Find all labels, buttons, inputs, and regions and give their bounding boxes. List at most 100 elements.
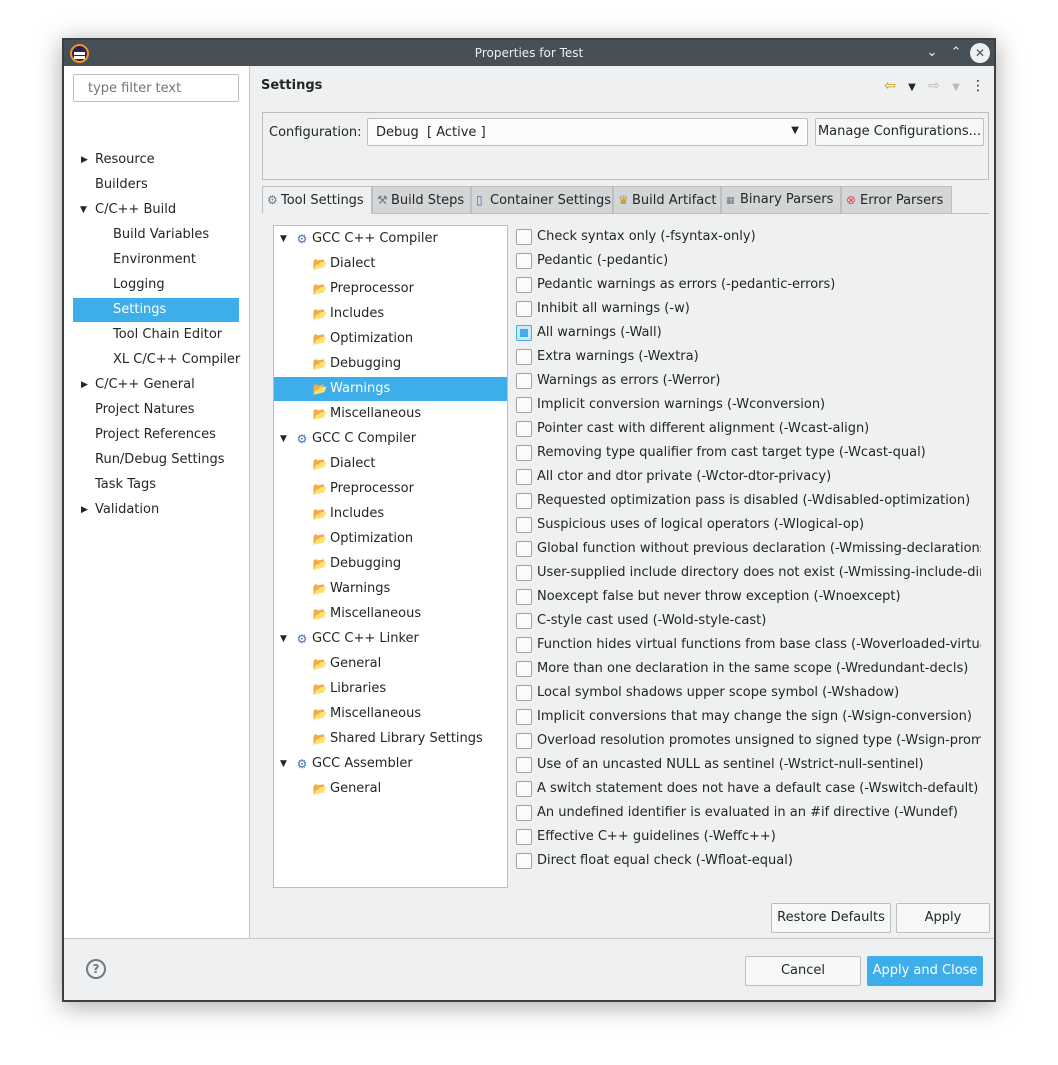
nav-item-tool-chain-editor[interactable]: Tool Chain Editor	[73, 323, 239, 347]
nav-item-cpp-general[interactable]: C/C++ General	[73, 373, 239, 397]
checkbox[interactable]	[516, 277, 532, 293]
tree-item-gcc-cpp-linker[interactable]: ▼ ⚙ GCC C++ Linker	[274, 627, 507, 651]
manage-configurations-button[interactable]: Manage Configurations...	[815, 118, 984, 146]
option-fsyntax-only[interactable]: Check syntax only (-fsyntax-only)	[515, 225, 981, 249]
checkbox[interactable]	[516, 733, 532, 749]
cancel-button[interactable]: Cancel	[745, 956, 861, 986]
checkbox[interactable]	[516, 541, 532, 557]
tree-item-libraries[interactable]: 📂 Libraries	[274, 677, 507, 701]
back-menu-icon[interactable]: ▼	[901, 82, 923, 93]
collapse-arrow-icon[interactable]: ▼	[280, 227, 287, 251]
checkbox[interactable]	[516, 349, 532, 365]
checkbox[interactable]	[516, 517, 532, 533]
collapse-arrow-icon[interactable]: ▼	[280, 427, 287, 451]
option-werror[interactable]: Warnings as errors (-Werror)	[515, 369, 981, 393]
checkbox[interactable]	[516, 709, 532, 725]
tab-build-artifact[interactable]: ♛ Build Artifact	[613, 186, 721, 214]
tab-container-settings[interactable]: ▯ Container Settings	[471, 186, 613, 214]
back-icon[interactable]: ⇦	[879, 78, 901, 94]
tree-item-dialect[interactable]: 📂 Dialect	[274, 452, 507, 476]
nav-item-environment[interactable]: Environment	[73, 248, 239, 272]
checkbox[interactable]	[516, 685, 532, 701]
tree-item-gcc-c-compiler[interactable]: ▼ ⚙ GCC C Compiler	[274, 427, 507, 451]
option-wconversion[interactable]: Implicit conversion warnings (-Wconversi…	[515, 393, 981, 417]
checkbox[interactable]	[516, 637, 532, 653]
checkbox-checked[interactable]	[516, 325, 532, 341]
tree-item-miscellaneous[interactable]: 📂 Miscellaneous	[274, 602, 507, 626]
option-wnoexcept[interactable]: Noexcept false but never throw exception…	[515, 585, 981, 609]
option-weffc[interactable]: Effective C++ guidelines (-Weffc++)	[515, 825, 981, 849]
tree-item-includes[interactable]: 📂 Includes	[274, 302, 507, 326]
checkbox[interactable]	[516, 373, 532, 389]
option-wextra[interactable]: Extra warnings (-Wextra)	[515, 345, 981, 369]
option-wmissing-declarations[interactable]: Global function without previous declara…	[515, 537, 981, 561]
view-menu-icon[interactable]: ⋮	[967, 78, 989, 94]
title-bar[interactable]: Properties for Test ⌄ ⌃ ✕	[64, 40, 994, 66]
checkbox[interactable]	[516, 757, 532, 773]
tree-item-optimization[interactable]: 📂 Optimization	[274, 327, 507, 351]
checkbox[interactable]	[516, 397, 532, 413]
checkbox[interactable]	[516, 229, 532, 245]
option-pedantic-errors[interactable]: Pedantic warnings as errors (-pedantic-e…	[515, 273, 981, 297]
tree-item-general[interactable]: 📂 General	[274, 652, 507, 676]
nav-item-task-tags[interactable]: Task Tags	[73, 473, 239, 497]
checkbox[interactable]	[516, 589, 532, 605]
nav-item-builders[interactable]: Builders	[73, 173, 239, 197]
option-wold-style-cast[interactable]: C-style cast used (-Wold-style-cast)	[515, 609, 981, 633]
option-w[interactable]: Inhibit all warnings (-w)	[515, 297, 981, 321]
option-wcast-qual[interactable]: Removing type qualifier from cast target…	[515, 441, 981, 465]
option-wredundant-decls[interactable]: More than one declaration in the same sc…	[515, 657, 981, 681]
help-icon[interactable]: ?	[86, 959, 106, 979]
option-woverloaded-virtual[interactable]: Function hides virtual functions from ba…	[515, 633, 981, 657]
tree-item-warnings[interactable]: 📂 Warnings	[274, 577, 507, 601]
checkbox[interactable]	[516, 421, 532, 437]
checkbox[interactable]	[516, 253, 532, 269]
tree-item-shared-library-settings[interactable]: 📂 Shared Library Settings	[274, 727, 507, 751]
nav-item-cpp-build[interactable]: C/C++ Build	[73, 198, 239, 222]
restore-defaults-button[interactable]: Restore Defaults	[771, 903, 891, 933]
checkbox[interactable]	[516, 445, 532, 461]
tree-item-preprocessor[interactable]: 📂 Preprocessor	[274, 477, 507, 501]
tree-item-debugging[interactable]: 📂 Debugging	[274, 352, 507, 376]
option-wshadow[interactable]: Local symbol shadows upper scope symbol …	[515, 681, 981, 705]
nav-item-project-natures[interactable]: Project Natures	[73, 398, 239, 422]
option-wcast-align[interactable]: Pointer cast with different alignment (-…	[515, 417, 981, 441]
tree-item-warnings[interactable]: 📂 Warnings	[274, 377, 507, 401]
option-wswitch-default[interactable]: A switch statement does not have a defau…	[515, 777, 981, 801]
collapse-arrow-icon[interactable]: ▼	[280, 627, 287, 651]
option-wfloat-equal[interactable]: Direct float equal check (-Wfloat-equal)	[515, 849, 981, 873]
option-wdisabled-optimization[interactable]: Requested optimization pass is disabled …	[515, 489, 981, 513]
nav-item-project-references[interactable]: Project References	[73, 423, 239, 447]
tree-item-dialect[interactable]: 📂 Dialect	[274, 252, 507, 276]
apply-button[interactable]: Apply	[896, 903, 990, 933]
checkbox[interactable]	[516, 493, 532, 509]
minimize-icon[interactable]: ⌄	[922, 43, 942, 63]
nav-item-run-debug-settings[interactable]: Run/Debug Settings	[73, 448, 239, 472]
option-wundef[interactable]: An undefined identifier is evaluated in …	[515, 801, 981, 825]
nav-item-validation[interactable]: Validation	[73, 498, 239, 522]
tab-tool-settings[interactable]: ⚙ Tool Settings	[262, 186, 372, 214]
filter-input[interactable]	[73, 74, 239, 102]
nav-item-xl-compiler[interactable]: XL C/C++ Compiler	[73, 348, 240, 372]
option-wstrict-null-sentinel[interactable]: Use of an uncasted NULL as sentinel (-Ws…	[515, 753, 981, 777]
option-wsign-conversion[interactable]: Implicit conversions that may change the…	[515, 705, 981, 729]
checkbox[interactable]	[516, 853, 532, 869]
checkbox[interactable]	[516, 301, 532, 317]
apply-and-close-button[interactable]: Apply and Close	[867, 956, 983, 986]
nav-item-build-variables[interactable]: Build Variables	[73, 223, 239, 247]
tree-item-includes[interactable]: 📂 Includes	[274, 502, 507, 526]
option-wall[interactable]: All warnings (-Wall)	[515, 321, 981, 345]
checkbox[interactable]	[516, 565, 532, 581]
nav-item-logging[interactable]: Logging	[73, 273, 239, 297]
forward-menu-icon[interactable]: ▼	[945, 82, 967, 93]
tab-build-steps[interactable]: ⚒ Build Steps	[372, 186, 471, 214]
checkbox[interactable]	[516, 829, 532, 845]
configuration-select[interactable]: Debug [ Active ] ▼	[367, 118, 808, 146]
tree-item-debugging[interactable]: 📂 Debugging	[274, 552, 507, 576]
option-pedantic[interactable]: Pedantic (-pedantic)	[515, 249, 981, 273]
tab-binary-parsers[interactable]: ▦ Binary Parsers	[721, 186, 841, 214]
collapse-arrow-icon[interactable]: ▼	[280, 752, 287, 776]
checkbox[interactable]	[516, 661, 532, 677]
option-wmissing-include-dirs[interactable]: User-supplied include directory does not…	[515, 561, 981, 585]
tree-item-optimization[interactable]: 📂 Optimization	[274, 527, 507, 551]
